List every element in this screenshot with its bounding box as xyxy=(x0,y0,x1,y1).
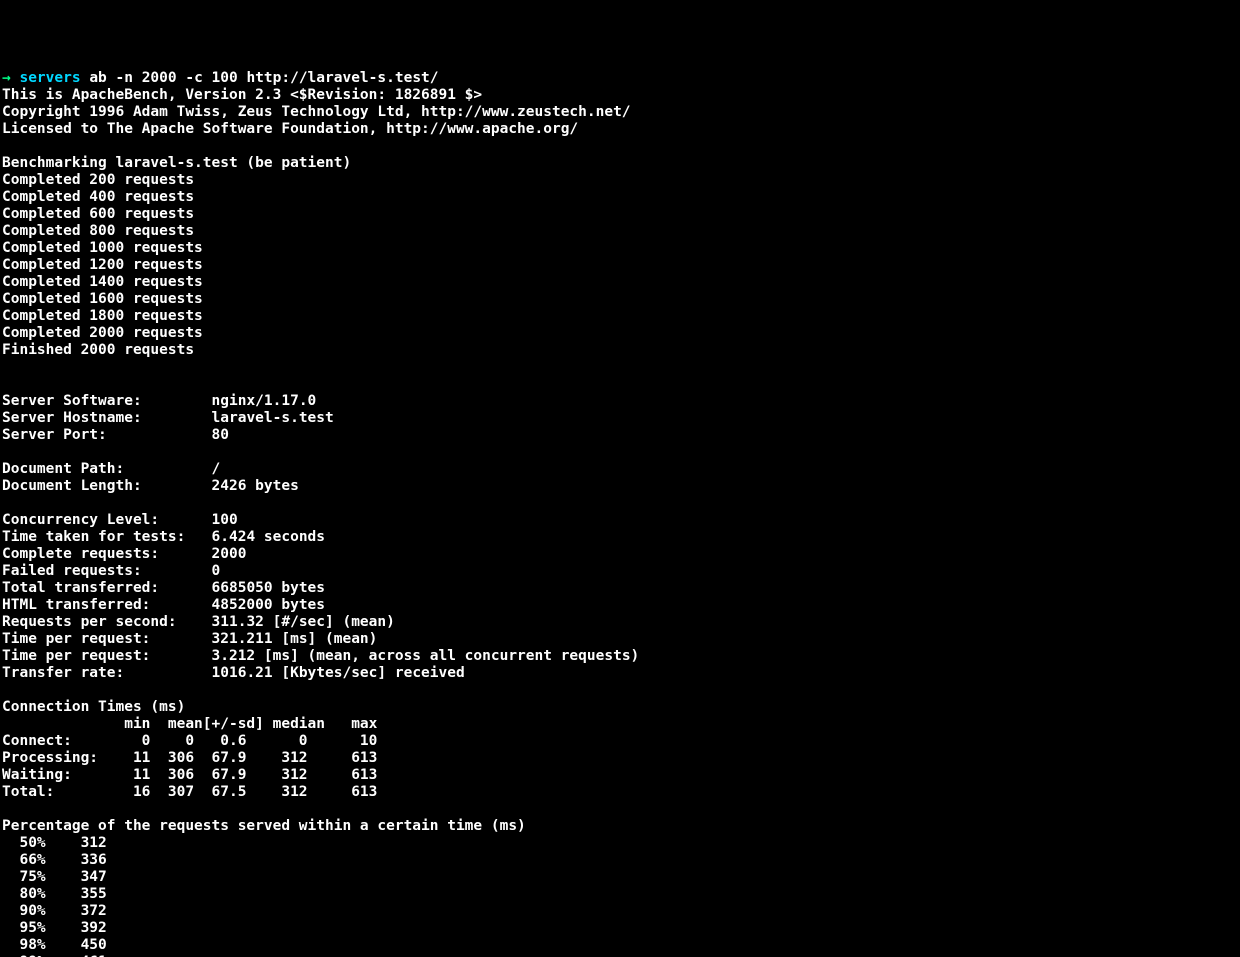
prompt-dir: servers xyxy=(19,70,80,86)
percentile-row: 80% 355 xyxy=(2,886,107,902)
kv-value: 4852000 bytes xyxy=(212,597,326,613)
kv-value: / xyxy=(212,461,221,477)
kv-label: Complete requests: xyxy=(2,546,159,562)
kv-label: Time per request: xyxy=(2,648,150,664)
completed-line: Completed 600 requests xyxy=(2,206,194,222)
command: ab -n 2000 -c 100 http://laravel-s.test/ xyxy=(89,70,438,86)
conn-row: Processing: 11 306 67.9 312 613 xyxy=(2,750,377,766)
kv-value: laravel-s.test xyxy=(212,410,334,426)
kv-label: HTML transferred: xyxy=(2,597,150,613)
kv-value: 80 xyxy=(212,427,229,443)
completed-line: Completed 2000 requests xyxy=(2,325,203,341)
header-line: Copyright 1996 Adam Twiss, Zeus Technolo… xyxy=(2,104,631,120)
kv-value: 1016.21 [Kbytes/sec] received xyxy=(212,665,465,681)
kv-label: Server Software: xyxy=(2,393,142,409)
completed-line: Completed 400 requests xyxy=(2,189,194,205)
percentile-row: 95% 392 xyxy=(2,920,107,936)
header-line: This is ApacheBench, Version 2.3 <$Revis… xyxy=(2,87,482,103)
terminal-output[interactable]: → servers ab -n 2000 -c 100 http://larav… xyxy=(0,68,1240,957)
percentile-row: 99% 461 xyxy=(2,954,107,957)
completed-line: Completed 1400 requests xyxy=(2,274,203,290)
prompt-arrow: → xyxy=(2,70,11,86)
completed-line: Completed 1600 requests xyxy=(2,291,203,307)
kv-label: Time per request: xyxy=(2,631,150,647)
kv-value: 2000 xyxy=(212,546,247,562)
kv-value: 100 xyxy=(212,512,238,528)
conn-title: Connection Times (ms) xyxy=(2,699,185,715)
kv-label: Total transferred: xyxy=(2,580,159,596)
percentile-row: 90% 372 xyxy=(2,903,107,919)
conn-row: Waiting: 11 306 67.9 312 613 xyxy=(2,767,377,783)
percentile-row: 75% 347 xyxy=(2,869,107,885)
kv-label: Document Length: xyxy=(2,478,142,494)
kv-value: 3.212 [ms] (mean, across all concurrent … xyxy=(212,648,640,664)
header-line: Licensed to The Apache Software Foundati… xyxy=(2,121,578,137)
finished-line: Finished 2000 requests xyxy=(2,342,194,358)
kv-value: 311.32 [#/sec] (mean) xyxy=(212,614,395,630)
completed-line: Completed 1800 requests xyxy=(2,308,203,324)
completed-line: Completed 1000 requests xyxy=(2,240,203,256)
kv-label: Requests per second: xyxy=(2,614,177,630)
kv-label: Concurrency Level: xyxy=(2,512,159,528)
conn-header: min mean[+/-sd] median max xyxy=(2,716,377,732)
kv-label: Server Hostname: xyxy=(2,410,142,426)
kv-label: Document Path: xyxy=(2,461,124,477)
kv-value: nginx/1.17.0 xyxy=(212,393,317,409)
completed-line: Completed 200 requests xyxy=(2,172,194,188)
conn-row: Connect: 0 0 0.6 0 10 xyxy=(2,733,377,749)
kv-value: 321.211 [ms] (mean) xyxy=(212,631,378,647)
kv-label: Failed requests: xyxy=(2,563,142,579)
completed-line: Completed 800 requests xyxy=(2,223,194,239)
kv-label: Time taken for tests: xyxy=(2,529,185,545)
kv-value: 2426 bytes xyxy=(212,478,299,494)
kv-value: 6685050 bytes xyxy=(212,580,326,596)
percentile-row: 98% 450 xyxy=(2,937,107,953)
kv-label: Server Port: xyxy=(2,427,107,443)
conn-row: Total: 16 307 67.5 312 613 xyxy=(2,784,377,800)
kv-value: 6.424 seconds xyxy=(212,529,326,545)
percentile-title: Percentage of the requests served within… xyxy=(2,818,526,834)
completed-line: Completed 1200 requests xyxy=(2,257,203,273)
percentile-row: 50% 312 xyxy=(2,835,107,851)
benchmarking-line: Benchmarking laravel-s.test (be patient) xyxy=(2,155,351,171)
kv-label: Transfer rate: xyxy=(2,665,124,681)
kv-value: 0 xyxy=(212,563,221,579)
percentile-row: 66% 336 xyxy=(2,852,107,868)
